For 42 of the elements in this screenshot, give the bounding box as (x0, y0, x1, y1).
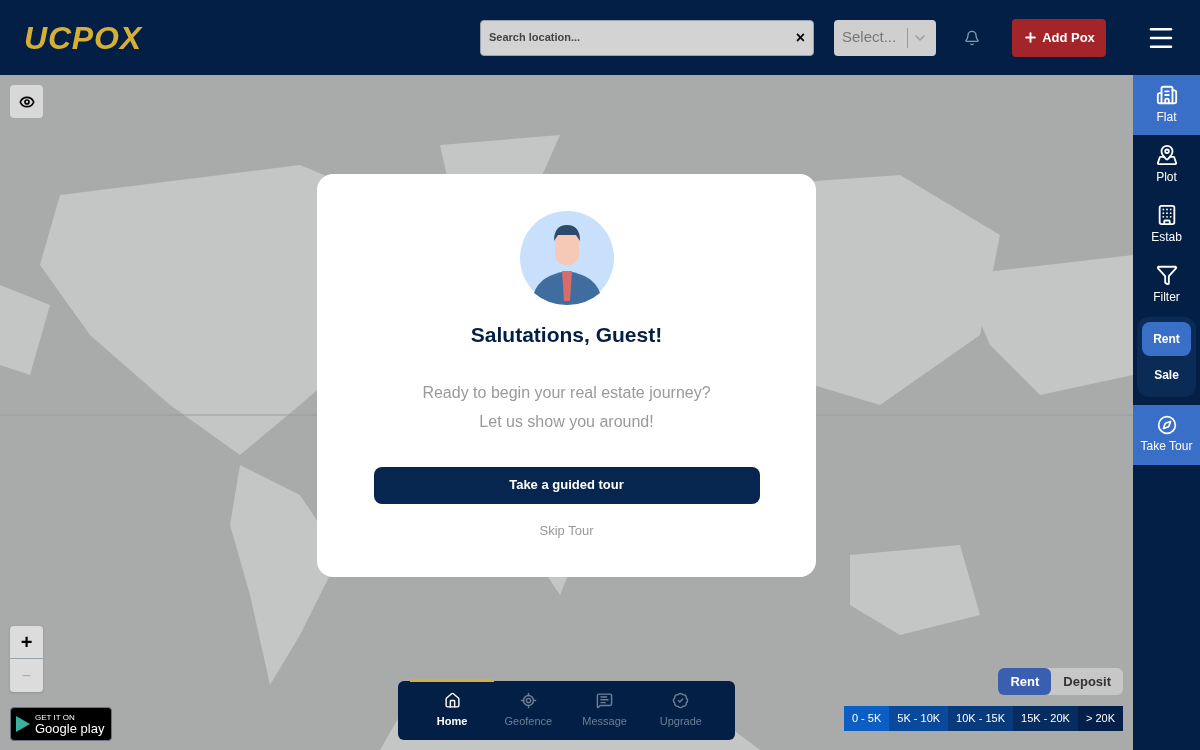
sidebar-item[interactable]: Flat (1133, 75, 1200, 135)
toggle-option[interactable]: Rent (998, 668, 1052, 695)
bell-icon[interactable] (964, 29, 980, 46)
guided-tour-button[interactable]: Take a guided tour (373, 466, 760, 504)
badge-caption: GET IT ON (35, 713, 76, 722)
plus-icon (1023, 30, 1039, 45)
search-field[interactable]: Search location... × (480, 19, 814, 56)
play-icon (15, 715, 31, 733)
add-button[interactable]: Add Pox (1012, 18, 1106, 57)
google-play-badge[interactable]: GET IT ON Google play (10, 707, 112, 741)
price-range-chip: 0 - 5K (843, 706, 890, 731)
home-icon (443, 691, 461, 709)
sidebar-item[interactable]: Estab (1133, 195, 1200, 255)
price-range-chip: 15K - 20K (1013, 706, 1078, 731)
mode-option[interactable]: Sale (1142, 358, 1191, 392)
take-tour-button[interactable]: Take Tour (1133, 405, 1200, 465)
dialog-message: Let us show you around! (479, 411, 654, 432)
building-icon (1155, 84, 1178, 106)
zoom-in-button[interactable]: + (10, 626, 43, 659)
target-icon (519, 691, 537, 709)
nav-tab[interactable]: Geofence (490, 681, 567, 740)
nav-tab[interactable]: Message (566, 681, 643, 740)
filter-icon (1155, 264, 1178, 286)
price-range-chip: > 20K (1077, 706, 1123, 731)
toggle-option[interactable]: Deposit (1051, 668, 1123, 695)
sidebar-item[interactable]: Plot (1133, 135, 1200, 195)
select-placeholder: Select... (842, 27, 898, 48)
dialog-title: Salutations, Guest! (470, 322, 663, 348)
map-pin-icon (1155, 144, 1178, 166)
badge-title: Google play (35, 721, 105, 735)
logo: UCPOX (24, 18, 142, 58)
nav-tab[interactable]: Upgrade (642, 681, 719, 740)
sidebar-item[interactable]: Filter (1133, 255, 1200, 315)
dialog-message: Ready to begin your real estate journey? (422, 382, 711, 403)
mode-option[interactable]: Rent (1142, 322, 1191, 356)
price-range-chip: 5K - 10K (889, 706, 949, 731)
price-range-chip: 10K - 15K (948, 706, 1013, 731)
clear-button[interactable]: × (795, 29, 805, 46)
badge-icon (672, 691, 690, 709)
message-icon (596, 691, 614, 709)
visibility-button[interactable] (10, 85, 43, 118)
compass-icon (1156, 415, 1177, 435)
